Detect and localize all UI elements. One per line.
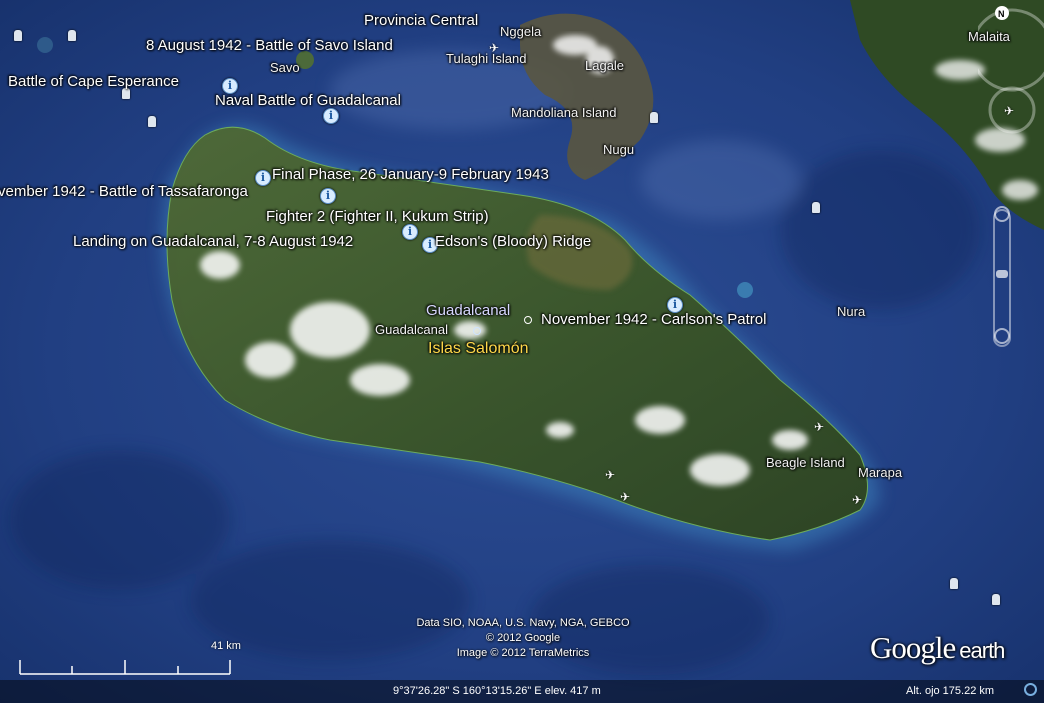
airport-icon[interactable]: ✈	[605, 468, 615, 482]
battle-label[interactable]: Naval Battle of Guadalcanal	[215, 92, 401, 109]
map-label[interactable]: Guadalcanal	[426, 302, 510, 319]
zoom-out-button[interactable]	[994, 328, 1010, 344]
airport-icon[interactable]: ✈	[1004, 104, 1014, 118]
anchor-icon[interactable]	[68, 30, 76, 41]
battle-label[interactable]: Battle of Cape Esperance	[8, 73, 179, 90]
map-label[interactable]: Nggela	[500, 24, 541, 39]
anchor-icon[interactable]	[148, 116, 156, 127]
attribution-line: © 2012 Google	[485, 632, 561, 644]
country-label[interactable]: Islas Salomón	[428, 340, 529, 358]
logo-google: Google	[870, 630, 956, 665]
battle-label[interactable]: November 1942 - Carlson's Patrol	[541, 311, 766, 328]
map-label[interactable]: Mandoliana Island	[511, 105, 617, 120]
navigation-controls[interactable]: N	[978, 0, 1044, 350]
map-label[interactable]: Provincia Central	[364, 12, 478, 29]
map-label[interactable]: Savo	[270, 60, 300, 75]
attribution-line: Data SIO, NOAA, U.S. Navy, NGA, GEBCO	[416, 617, 630, 629]
scale-label: 41 km	[211, 640, 241, 652]
anchor-icon[interactable]	[650, 112, 658, 123]
battle-label[interactable]: Edson's (Bloody) Ridge	[435, 233, 591, 250]
info-icon[interactable]: i	[320, 188, 336, 204]
battle-label[interactable]: Final Phase, 26 January-9 February 1943	[272, 166, 549, 183]
battle-label[interactable]: vember 1942 - Battle of Tassafaronga	[0, 183, 248, 200]
place-marker-icon[interactable]	[473, 327, 481, 335]
info-icon[interactable]: i	[323, 108, 339, 124]
anchor-icon[interactable]	[14, 30, 22, 41]
coordinates-readout: 9°37'26.28" S 160°13'15.26" E elev. 417 …	[393, 685, 601, 697]
eye-altitude-readout: Alt. ojo 175.22 km	[906, 685, 995, 697]
north-label: N	[998, 9, 1005, 19]
battle-label[interactable]: Fighter 2 (Fighter II, Kukum Strip)	[266, 208, 489, 225]
airport-icon[interactable]: ✈	[852, 493, 862, 507]
map-label[interactable]: Beagle Island	[766, 455, 845, 470]
anchor-icon[interactable]	[950, 578, 958, 589]
place-marker-icon[interactable]	[524, 316, 532, 324]
airport-icon[interactable]: ✈	[814, 420, 824, 434]
map-label[interactable]: Tulaghi Island	[446, 51, 526, 66]
info-icon[interactable]: i	[402, 224, 418, 240]
map-label[interactable]: Marapa	[858, 465, 902, 480]
info-icon[interactable]: i	[255, 170, 271, 186]
airport-icon[interactable]: ✈	[620, 490, 630, 504]
attribution-line: Image © 2012 TerraMetrics	[456, 647, 590, 659]
map-label[interactable]: Nugu	[603, 142, 634, 157]
map-label[interactable]: Malaita	[968, 29, 1010, 44]
anchor-icon[interactable]	[812, 202, 820, 213]
map-attribution: Data SIO, NOAA, U.S. Navy, NGA, GEBCO © …	[398, 616, 648, 661]
battle-label[interactable]: Landing on Guadalcanal, 7-8 August 1942	[73, 233, 353, 250]
google-earth-logo: Google earth	[870, 630, 1005, 666]
map-label[interactable]: Nura	[837, 304, 865, 319]
battle-label[interactable]: 8 August 1942 - Battle of Savo Island	[146, 37, 393, 54]
anchor-icon[interactable]	[992, 594, 1000, 605]
map-label[interactable]: Guadalcanal	[375, 322, 448, 337]
map-label[interactable]: Lagale	[585, 58, 624, 73]
zoom-slider-handle[interactable]	[996, 270, 1008, 278]
streaming-status-icon	[1024, 683, 1037, 696]
status-bar: 9°37'26.28" S 160°13'15.26" E elev. 417 …	[0, 680, 1044, 703]
logo-earth: earth	[959, 638, 1005, 663]
compass-ring[interactable]	[978, 8, 1044, 92]
